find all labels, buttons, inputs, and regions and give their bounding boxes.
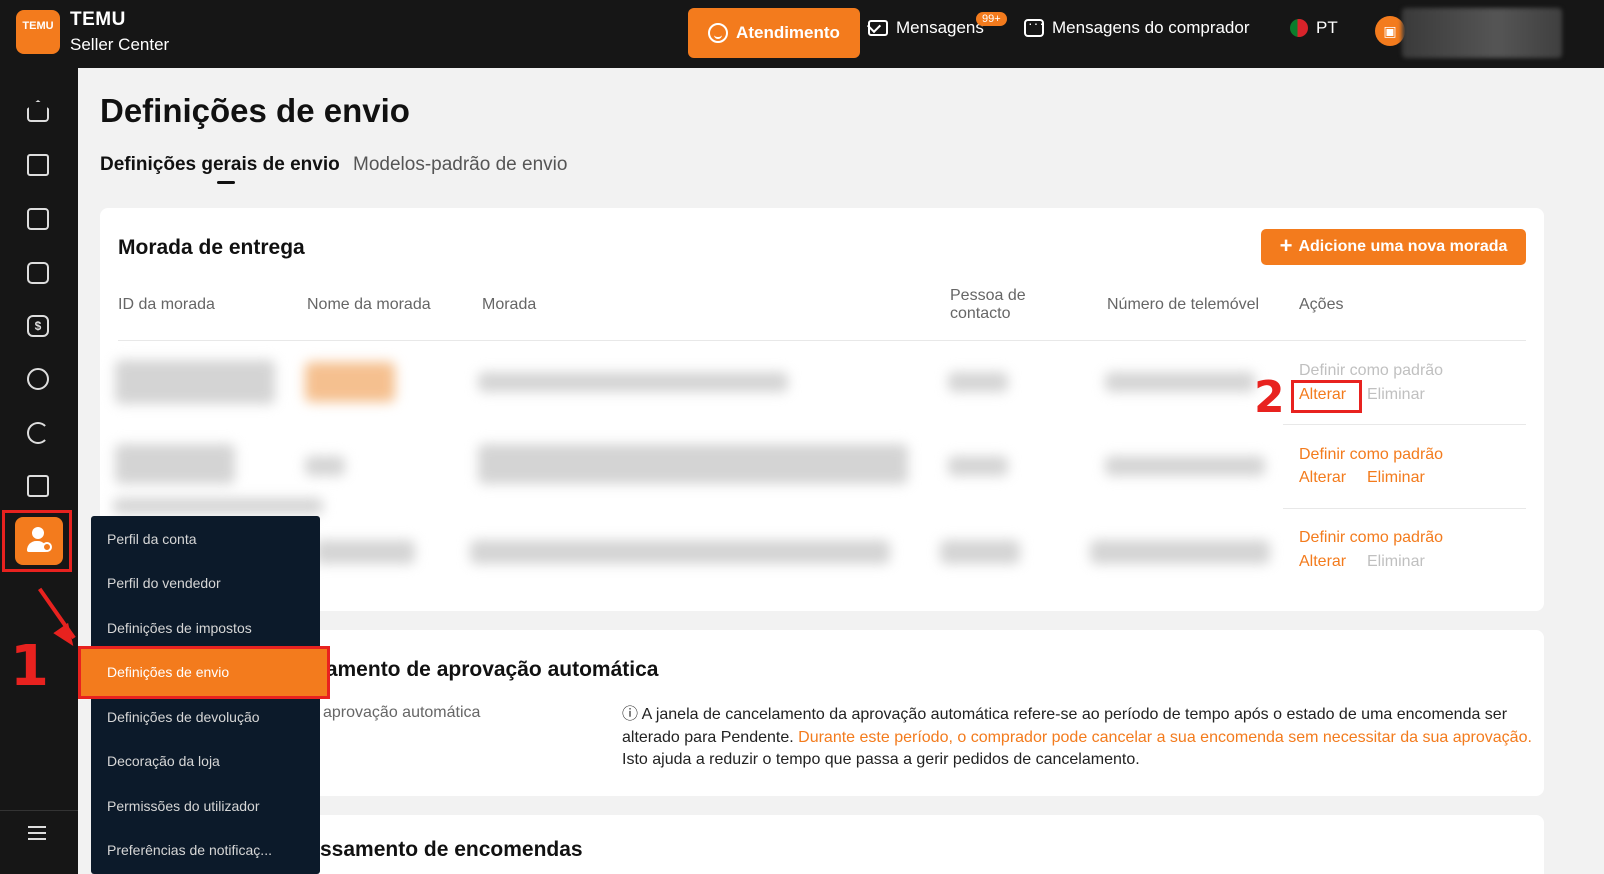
mail-icon xyxy=(868,20,888,36)
redacted-cell xyxy=(940,540,1020,564)
set-default-link[interactable]: Definir como padrão xyxy=(1299,529,1443,547)
chat-icon xyxy=(1024,15,1045,37)
box-icon[interactable] xyxy=(27,475,49,497)
temu-logo[interactable]: TEMU xyxy=(16,10,60,54)
sidebar: $ xyxy=(0,68,78,874)
column-header: ID da morada xyxy=(118,296,215,313)
tab-active-indicator xyxy=(217,181,235,184)
redacted-cell xyxy=(1105,456,1265,476)
brand-title: TEMU xyxy=(70,9,126,30)
redacted-cell xyxy=(1090,540,1270,564)
submenu-item-tax-settings[interactable]: Definições de impostos xyxy=(107,620,252,636)
submenu-item-store-decoration[interactable]: Decoração da loja xyxy=(107,753,220,769)
redacted-cell xyxy=(948,456,1008,476)
redacted-cell xyxy=(470,540,890,564)
plus-icon: + xyxy=(1279,233,1293,258)
support-icon xyxy=(708,23,729,43)
submenu-item-return-settings[interactable]: Definições de devolução xyxy=(107,709,260,725)
messages-link[interactable]: Mensagens xyxy=(868,18,984,38)
messages-badge: 99+ xyxy=(976,12,1007,26)
divider xyxy=(118,340,1526,341)
edit-link[interactable]: Alterar xyxy=(1299,469,1346,487)
redacted-cell xyxy=(113,498,323,514)
page-title: Definições de envio xyxy=(100,92,410,129)
submenu-item-account-profile[interactable]: Perfil da conta xyxy=(107,531,197,547)
column-header: Nome da morada xyxy=(307,296,431,313)
ticket-icon[interactable] xyxy=(27,208,49,230)
submenu-item-notification-preferences[interactable]: Preferências de notificaç... xyxy=(107,842,272,858)
redacted-cell xyxy=(478,372,788,392)
brand: TEMU Seller Center xyxy=(70,9,169,55)
address-section-title: Morada de entrega xyxy=(118,236,305,259)
edit-link[interactable]: Alterar xyxy=(1299,553,1346,571)
redacted-cell xyxy=(948,372,1008,392)
auto-approval-info: ⓘ A janela de cancelamento da aprovação … xyxy=(622,706,1532,768)
order-processing-section-title: ssamento de encomendas xyxy=(320,838,583,861)
delete-link: Eliminar xyxy=(1367,553,1425,570)
redacted-cell xyxy=(115,444,235,484)
column-header: Morada xyxy=(482,296,537,313)
add-address-button[interactable]: + Adicione uma nova morada xyxy=(1261,229,1526,265)
set-default-link[interactable]: Definir como padrão xyxy=(1299,446,1443,464)
dollar-icon[interactable]: $ xyxy=(27,315,49,337)
column-header: Ações xyxy=(1299,296,1344,313)
redacted-cell xyxy=(115,360,275,404)
tab-shipping-templates[interactable]: Modelos-padrão de envio xyxy=(353,154,567,176)
info-icon: ⓘ xyxy=(622,706,639,723)
language-selector[interactable]: PT xyxy=(1290,18,1338,38)
set-default-link: Definir como padrão xyxy=(1299,362,1444,379)
bag-icon[interactable] xyxy=(27,154,49,176)
submenu-item-user-permissions[interactable]: Permissões do utilizador xyxy=(107,798,260,814)
sidebar-divider xyxy=(0,810,78,811)
submenu-item-seller-profile[interactable]: Perfil do vendedor xyxy=(107,575,221,591)
auto-approval-label: aprovação automática xyxy=(323,704,481,721)
menu-icon[interactable] xyxy=(28,826,46,844)
column-header: Pessoa de contacto xyxy=(950,287,1026,322)
tab-general-shipping[interactable]: Definições gerais de envio xyxy=(100,154,340,176)
delete-link[interactable]: Eliminar xyxy=(1367,469,1425,487)
buyer-messages-link[interactable]: Mensagens do comprador xyxy=(1024,15,1250,38)
delete-link: Eliminar xyxy=(1367,386,1425,403)
annotation-box-account xyxy=(2,510,72,572)
home-icon[interactable] xyxy=(27,100,49,122)
annotation-box-shipping xyxy=(78,646,330,699)
divider xyxy=(1283,424,1526,425)
top-bar: TEMU TEMU Seller Center Atendimento Mens… xyxy=(0,0,1604,68)
annotation-box-edit xyxy=(1291,380,1362,413)
column-header: Número de telemóvel xyxy=(1107,296,1260,313)
pie-icon[interactable] xyxy=(27,422,49,444)
redacted-cell xyxy=(1105,372,1255,392)
redacted-cell xyxy=(315,540,415,564)
account-name-redacted[interactable] xyxy=(1402,8,1562,58)
annotation-step-2: 2 xyxy=(1254,372,1285,423)
atendimento-button[interactable]: Atendimento xyxy=(688,8,860,58)
auto-approval-section-title: lamento de aprovação automática xyxy=(320,658,659,681)
divider xyxy=(1283,508,1526,509)
redacted-cell xyxy=(305,456,345,476)
annotation-step-1: 1 xyxy=(10,634,49,699)
shop-avatar-icon[interactable]: ▣ xyxy=(1375,16,1405,46)
redacted-cell xyxy=(305,362,395,402)
redacted-cell xyxy=(478,444,908,484)
chart-icon[interactable] xyxy=(27,368,49,390)
brand-subtitle: Seller Center xyxy=(70,35,170,54)
portugal-flag-icon xyxy=(1290,19,1308,37)
note-icon[interactable] xyxy=(27,262,49,284)
